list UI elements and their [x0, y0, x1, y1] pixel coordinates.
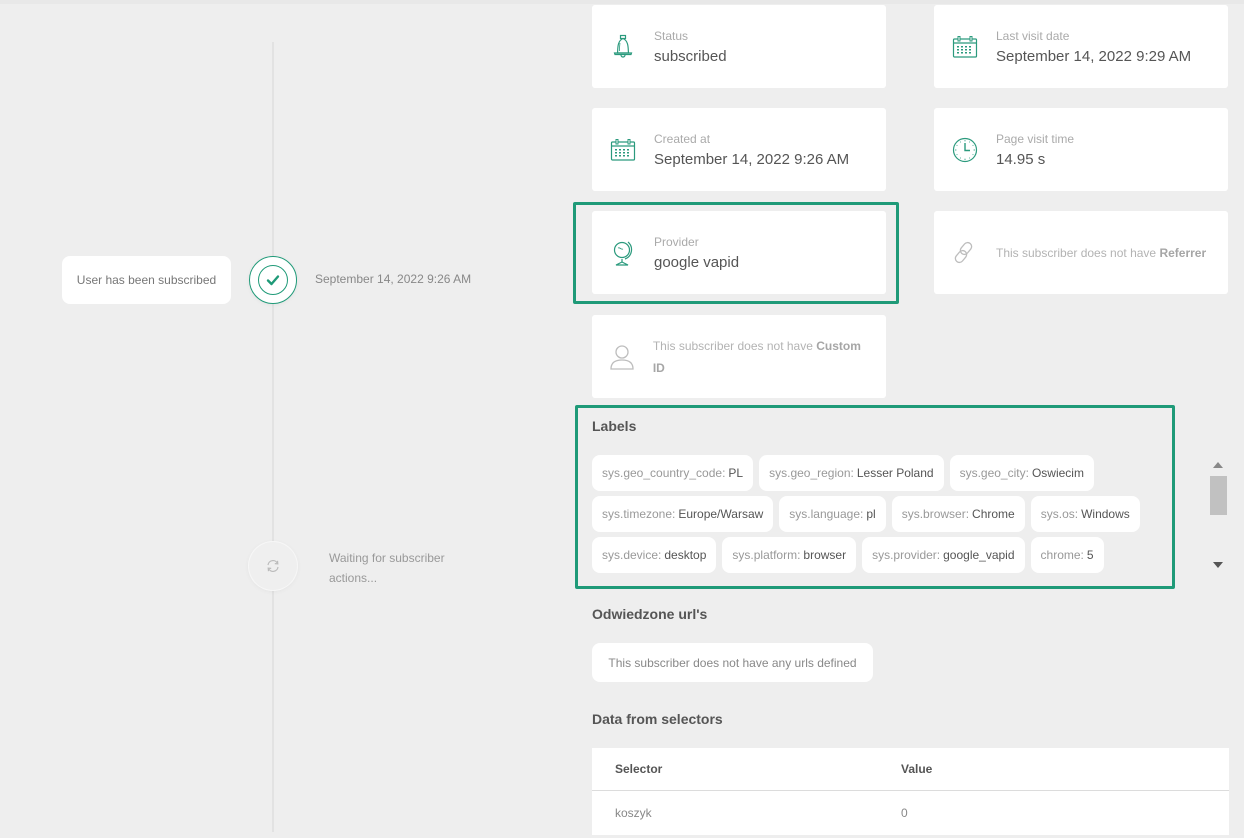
- label-chip: sys.timezone: Europe/Warsaw: [592, 496, 774, 532]
- column-header-value: Value: [901, 762, 933, 776]
- label-key: chrome:: [1040, 548, 1084, 562]
- referrer-empty-prefix: This subscriber does not have: [996, 245, 1157, 260]
- urls-empty-message: This subscriber does not have any urls d…: [592, 643, 873, 682]
- bell-icon: [613, 34, 633, 58]
- created-at-card: Created at September 14, 2022 9:26 AM: [592, 108, 886, 191]
- label-value: 5: [1086, 548, 1094, 562]
- table-header: Selector Value: [592, 748, 1229, 791]
- label-value: pl: [866, 507, 876, 521]
- top-edge: [0, 0, 1244, 4]
- referrer-empty-field: Referrer: [1159, 245, 1207, 260]
- label-key: sys.platform:: [732, 548, 801, 562]
- label-chip: sys.geo_region: Lesser Poland: [759, 455, 944, 491]
- label-chip: sys.geo_city: Oswiecim: [949, 455, 1094, 491]
- calendar-icon: [952, 35, 978, 58]
- referrer-empty-text: This subscriber does not have Referrer: [996, 242, 1220, 264]
- label-value: Oswiecim: [1031, 466, 1084, 480]
- last-visit-label: Last visit date: [996, 28, 1070, 43]
- scrollbar-thumb[interactable]: [1210, 476, 1227, 515]
- custom-id-card: This subscriber does not have Custom ID: [592, 315, 886, 398]
- page-visit-time-value: 14.95 s: [996, 150, 1046, 168]
- status-value: subscribed: [654, 47, 727, 65]
- timeline-event-label: User has been subscribed: [76, 273, 217, 287]
- timeline-node-done: [249, 256, 297, 304]
- timeline-waiting-text: Waiting for subscriber actions...: [329, 551, 445, 585]
- custom-id-empty-text: This subscriber does not have Custom ID: [653, 335, 886, 379]
- link-icon: [954, 241, 973, 263]
- selectors-table: Selector Value koszyk 0: [592, 748, 1229, 835]
- label-chip: sys.os: Windows: [1030, 496, 1140, 532]
- status-card: Status subscribed: [592, 5, 886, 88]
- timeline-line: [272, 42, 274, 832]
- labels-row: sys.timezone: Europe/Warsaw sys.language: p…: [592, 496, 1162, 532]
- custom-id-empty-prefix: This subscriber does not have: [652, 338, 813, 353]
- referrer-card: This subscriber does not have Referrer: [934, 211, 1228, 294]
- label-chip: sys.language: pl: [779, 496, 886, 532]
- label-value: Chrome: [972, 507, 1015, 521]
- label-chip: sys.provider: google_vapid: [862, 537, 1025, 573]
- table-row: koszyk 0: [592, 791, 1229, 835]
- last-visit-value: September 14, 2022 9:29 AM: [996, 47, 1192, 65]
- page-visit-time-card: Page visit time 14.95 s: [934, 108, 1228, 191]
- label-chip: sys.device: desktop: [592, 537, 717, 573]
- label-key: sys.timezone:: [602, 507, 676, 521]
- provider-value: google vapid: [654, 253, 740, 271]
- page-visit-time-label: Page visit time: [996, 131, 1075, 146]
- provider-label: Provider: [654, 234, 699, 249]
- label-key: sys.os:: [1040, 507, 1079, 521]
- label-key: sys.geo_country_code:: [602, 466, 726, 480]
- label-key: sys.geo_city:: [959, 466, 1029, 480]
- scroll-up-arrow[interactable]: [1213, 462, 1223, 468]
- timeline-node-waiting: [249, 542, 297, 590]
- calendar-icon: [610, 138, 636, 161]
- label-value: Lesser Poland: [856, 466, 934, 480]
- label-value: Europe/Warsaw: [678, 507, 764, 521]
- label-chip: sys.platform: browser: [722, 537, 857, 573]
- value-cell: 0: [901, 806, 908, 820]
- status-label: Status: [654, 28, 689, 43]
- labels-row: sys.geo_country_code: PL sys.geo_region: Le…: [592, 455, 1162, 491]
- label-chip: sys.browser: Chrome: [891, 496, 1025, 532]
- label-chip: sys.geo_country_code: PL: [592, 455, 754, 491]
- selectors-title: Data from selectors: [592, 711, 723, 727]
- urls-title: Odwiedzone url's: [592, 606, 708, 622]
- label-key: sys.language:: [789, 507, 864, 521]
- label-value: PL: [728, 466, 744, 480]
- scroll-down-arrow[interactable]: [1213, 562, 1223, 568]
- labels-title: Labels: [592, 418, 637, 434]
- selector-cell: koszyk: [615, 806, 652, 820]
- user-icon: [610, 344, 635, 370]
- check-icon: [266, 275, 280, 286]
- label-chip: chrome: 5: [1030, 537, 1104, 573]
- urls-empty-text: This subscriber does not have any urls d…: [608, 655, 857, 670]
- provider-card: Provider google vapid: [592, 211, 886, 294]
- labels-list: sys.geo_country_code: PL sys.geo_region: Le…: [592, 455, 1162, 578]
- clock-icon: [952, 137, 978, 162]
- label-key: sys.device:: [602, 548, 662, 562]
- column-header-selector: Selector: [615, 762, 663, 776]
- created-at-value: September 14, 2022 9:26 AM: [654, 150, 850, 168]
- globe-icon: [613, 241, 633, 266]
- label-value: Windows: [1081, 507, 1130, 521]
- label-value: google_vapid: [943, 548, 1015, 562]
- label-key: sys.geo_region:: [769, 466, 854, 480]
- label-key: sys.provider:: [872, 548, 941, 562]
- timeline-event-subscribed: User has been subscribed: [62, 256, 231, 304]
- timeline-event-date: September 14, 2022 9:26 AM: [315, 272, 472, 286]
- label-key: sys.browser:: [901, 507, 970, 521]
- label-value: desktop: [664, 548, 707, 562]
- last-visit-card: Last visit date September 14, 2022 9:29 …: [934, 5, 1228, 88]
- labels-row: sys.device: desktop sys.platform: browser sy…: [592, 537, 1162, 573]
- created-at-label: Created at: [654, 131, 711, 146]
- refresh-icon: [267, 560, 279, 572]
- label-value: browser: [803, 548, 847, 562]
